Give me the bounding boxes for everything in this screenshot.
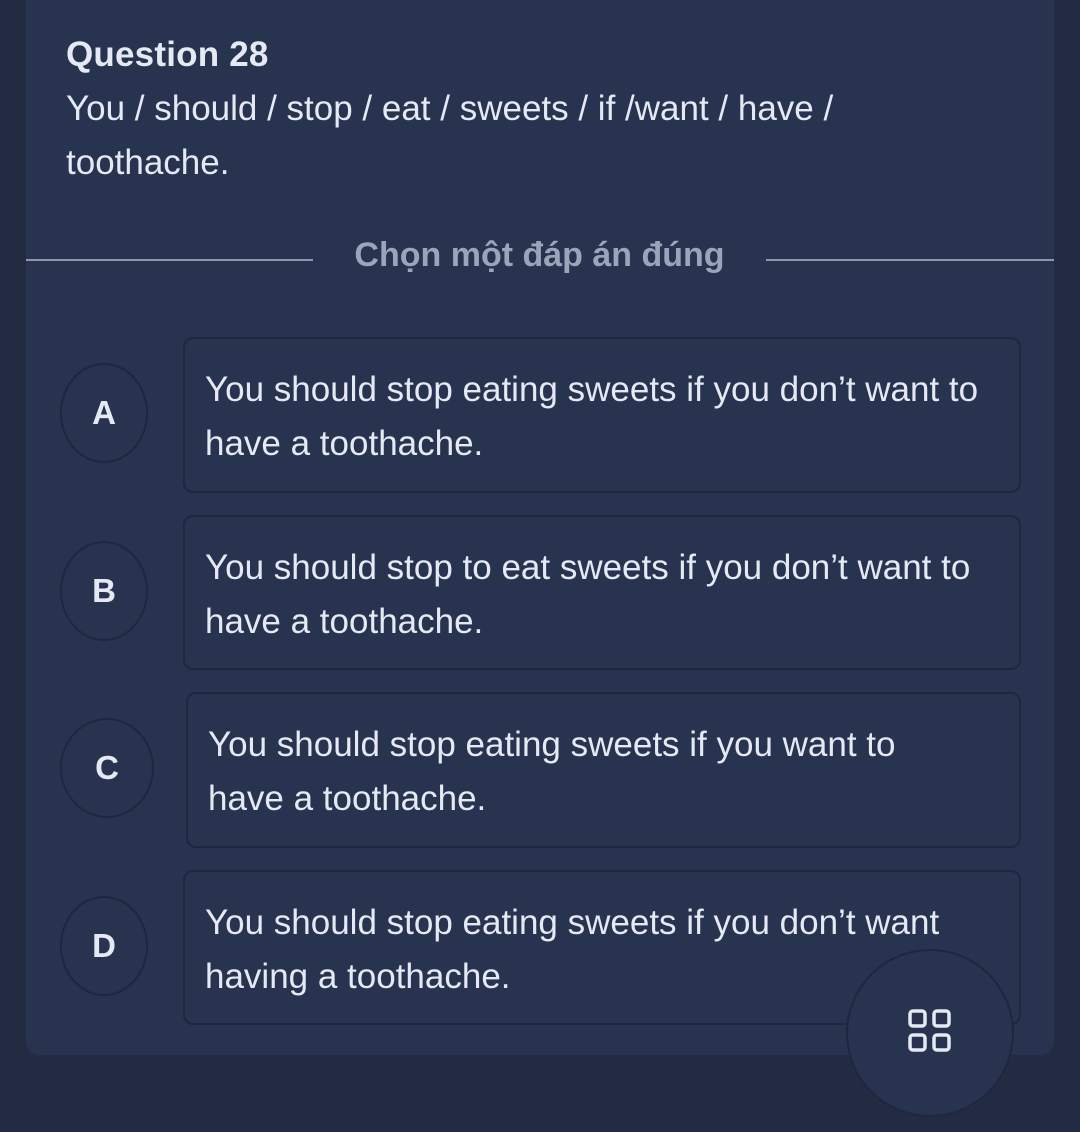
instruction-label: Chọn một đáp án đúng bbox=[354, 236, 725, 274]
option-text-d: You should stop eating sweets if you don… bbox=[205, 903, 940, 996]
question-number: Question 28 bbox=[66, 35, 269, 74]
option-answer-c[interactable]: You should stop eating sweets if you wan… bbox=[186, 692, 1021, 848]
grid-icon bbox=[908, 1008, 952, 1058]
option-letter-d[interactable]: D bbox=[60, 896, 148, 996]
question-prompt: You / should / stop / eat / sweets / if … bbox=[66, 89, 834, 182]
option-answer-b[interactable]: You should stop to eat sweets if you don… bbox=[183, 515, 1021, 670]
option-letter-a[interactable]: A bbox=[60, 363, 148, 463]
option-text-a: You should stop eating sweets if you don… bbox=[205, 370, 979, 463]
question-grid-button[interactable] bbox=[846, 949, 1014, 1117]
divider-line-left bbox=[26, 259, 313, 261]
option-text-c: You should stop eating sweets if you wan… bbox=[208, 725, 896, 818]
option-letter-b[interactable]: B bbox=[60, 541, 148, 641]
option-answer-a[interactable]: You should stop eating sweets if you don… bbox=[183, 337, 1021, 493]
divider-line-right bbox=[766, 259, 1054, 261]
option-letter-c[interactable]: C bbox=[60, 718, 154, 818]
option-text-b: You should stop to eat sweets if you don… bbox=[205, 548, 971, 641]
